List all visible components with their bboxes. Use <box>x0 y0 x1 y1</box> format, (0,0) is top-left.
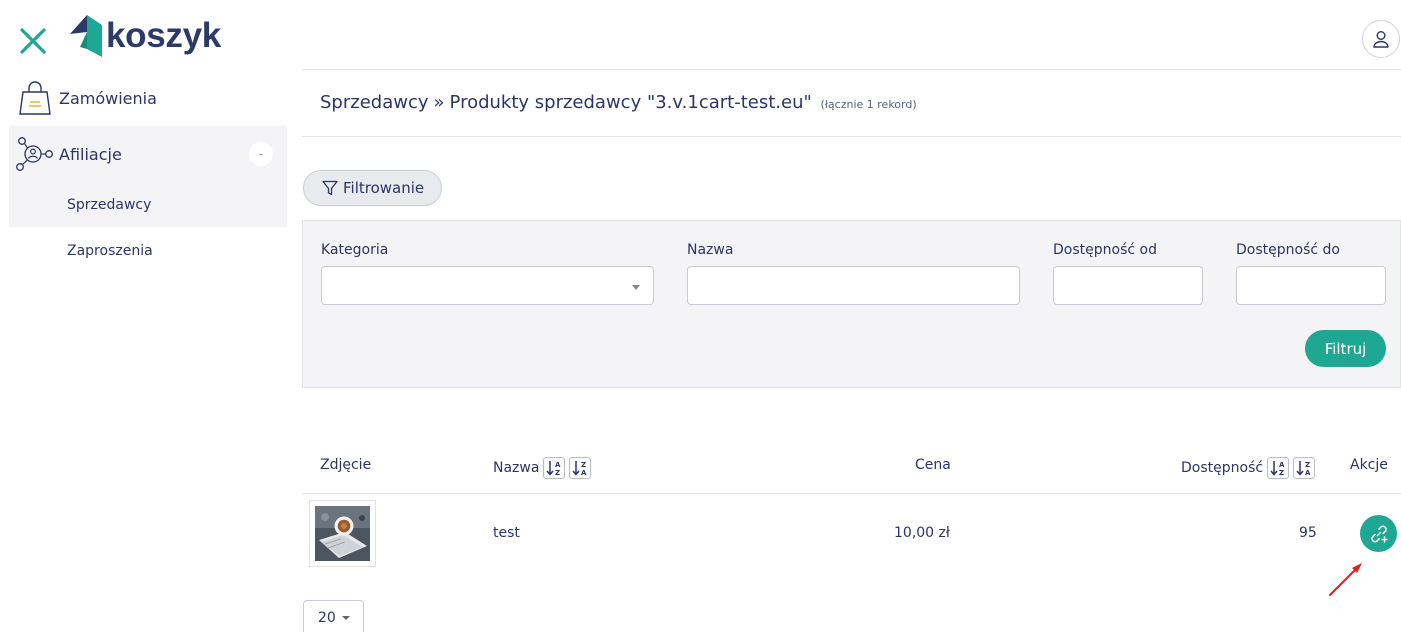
sidebar-item-label: Afiliacje <box>59 144 122 164</box>
product-price: 10,00 zł <box>894 525 950 541</box>
sidebar-item-affiliations[interactable]: Afiliacje - <box>9 126 287 182</box>
affiliate-network-icon <box>15 134 55 174</box>
chevron-down-icon <box>341 616 350 620</box>
column-header-price: Cena <box>915 457 951 473</box>
table-header-divider <box>302 493 1401 494</box>
availability-from-label: Dostępność od <box>1053 242 1157 258</box>
generate-link-button[interactable] <box>1360 515 1397 552</box>
page-size-select[interactable]: 20 <box>303 600 364 632</box>
user-account-button[interactable] <box>1362 20 1400 58</box>
column-header-actions: Akcje <box>1350 457 1388 473</box>
svg-text:Z: Z <box>1279 469 1284 477</box>
filter-toggle-button[interactable]: Filtrowanie <box>303 170 443 206</box>
collapse-toggle-button[interactable]: - <box>249 142 273 166</box>
name-label: Nazwa <box>687 242 734 258</box>
page-size-value: 20 <box>318 610 336 626</box>
record-count: (łącznie 1 rekord) <box>820 98 917 111</box>
sort-za-icon: Z A <box>572 461 587 477</box>
availability-from-input[interactable] <box>1053 266 1203 305</box>
sort-asc-button[interactable]: A Z <box>1267 457 1290 479</box>
brand-logo[interactable]: koszyk <box>66 12 221 60</box>
svg-text:Z: Z <box>555 469 560 477</box>
title-divider <box>302 136 1401 137</box>
close-icon <box>20 28 46 54</box>
brand-name: koszyk <box>106 16 221 55</box>
sidebar-item-orders[interactable]: Zamówienia <box>9 74 287 122</box>
sort-desc-button[interactable]: Z A <box>1293 457 1316 479</box>
page-title: Produkty sprzedawcy "3.v.1cart-test.eu" <box>449 92 812 113</box>
column-header-label: Nazwa <box>493 460 540 476</box>
availability-to-label: Dostępność do <box>1236 242 1340 258</box>
chevron-down-icon <box>632 285 640 290</box>
shopping-bag-icon <box>15 78 55 118</box>
product-thumbnail <box>309 500 376 567</box>
availability-to-input[interactable] <box>1236 266 1386 305</box>
sidebar-subitem-sellers[interactable]: Sprzedawcy <box>9 182 287 227</box>
close-menu-button[interactable] <box>18 26 48 56</box>
filter-submit-button[interactable]: Filtruj <box>1305 330 1386 367</box>
column-header-label: Akcje <box>1350 457 1388 473</box>
column-header-label: Zdjęcie <box>320 457 372 473</box>
link-icon <box>1370 525 1388 543</box>
red-arrow-annotation-icon <box>1329 563 1362 596</box>
koszyk-logo-icon <box>70 15 102 57</box>
category-select[interactable] <box>321 266 654 305</box>
sort-asc-button[interactable]: A Z <box>543 457 566 479</box>
sort-az-icon: A Z <box>1270 461 1285 477</box>
svg-text:Z: Z <box>1305 461 1310 469</box>
user-icon <box>1373 31 1389 48</box>
svg-text:A: A <box>581 469 587 477</box>
category-label: Kategoria <box>321 242 389 258</box>
column-header-label: Cena <box>915 457 951 473</box>
header-divider <box>302 69 1401 70</box>
svg-text:Z: Z <box>581 461 586 469</box>
sort-az-icon: A Z <box>546 461 561 477</box>
column-header-name: Nazwa A Z Z A <box>493 457 592 479</box>
filter-panel: Kategoria Nazwa Dostępność od Dostępność… <box>302 220 1401 388</box>
filter-toggle-label: Filtrowanie <box>343 179 425 197</box>
svg-text:A: A <box>1305 469 1311 477</box>
funnel-icon <box>322 180 338 196</box>
sort-za-icon: Z A <box>1296 461 1311 477</box>
breadcrumb-link-sellers[interactable]: Sprzedawcy <box>320 92 429 113</box>
breadcrumb-separator: » <box>433 92 445 113</box>
breadcrumb: Sprzedawcy» Produkty sprzedawcy "3.v.1car… <box>320 92 917 113</box>
product-name: test <box>493 525 520 541</box>
name-input[interactable] <box>687 266 1020 305</box>
column-header-photo: Zdjęcie <box>320 457 371 473</box>
svg-text:A: A <box>555 461 561 469</box>
product-photo <box>315 506 370 561</box>
column-header-label: Dostępność <box>1181 460 1264 476</box>
sidebar-item-label: Zamówienia <box>59 88 157 108</box>
svg-text:A: A <box>1279 461 1285 469</box>
column-header-availability: Dostępność A Z Z A <box>1181 457 1316 479</box>
product-availability: 95 <box>1299 525 1317 541</box>
sort-desc-button[interactable]: Z A <box>569 457 592 479</box>
sidebar-subitem-invitations[interactable]: Zaproszenia <box>9 228 287 273</box>
